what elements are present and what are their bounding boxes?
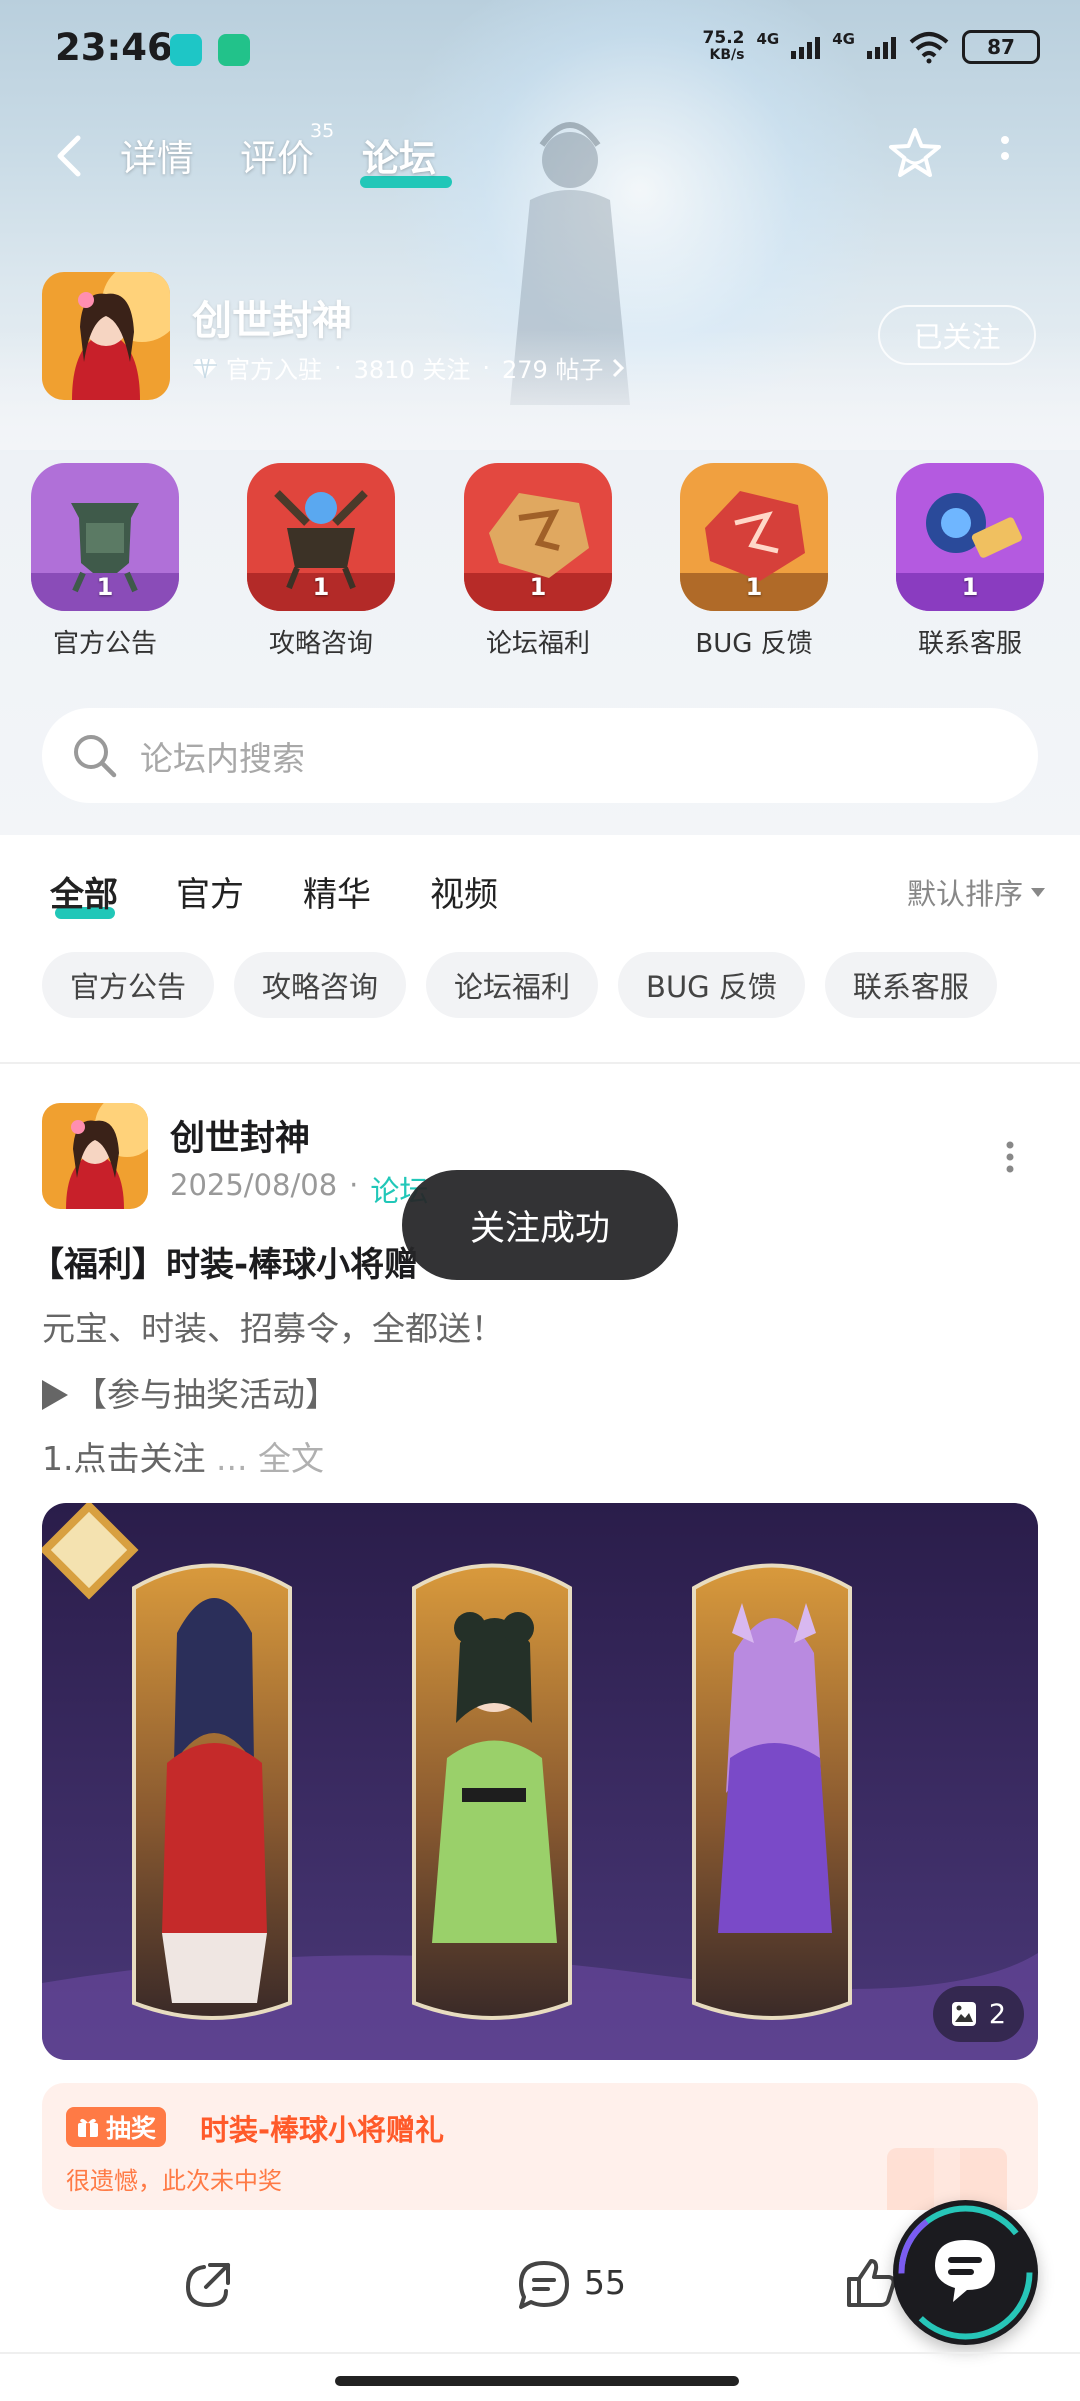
forum-avatar[interactable] <box>42 272 170 400</box>
lottery-badge: 抽奖 <box>66 2107 167 2147</box>
category-label: BUG 反馈 <box>695 629 813 659</box>
category-bug-report[interactable]: 1 BUG 反馈 <box>679 463 829 660</box>
filter-tab-video[interactable]: 视频 <box>430 867 498 916</box>
filter-tab-all[interactable]: 全部 <box>50 867 118 916</box>
category-chips: 官方公告 攻略咨询 论坛福利 BUG 反馈 联系客服 <box>42 952 997 1018</box>
toast-message: 关注成功 <box>402 1170 678 1280</box>
sort-label: 默认排序 <box>906 877 1023 911</box>
caret-down-icon <box>1031 887 1045 897</box>
post-body-line: 元宝、时装、招募令，全都送！ <box>42 1309 504 1348</box>
status-right: 75.2 KB/s 4G 4G 87 <box>703 30 1040 64</box>
chip-bug-report[interactable]: BUG 反馈 <box>618 952 805 1018</box>
search-icon <box>74 734 117 777</box>
more-options-icon[interactable] <box>995 134 1015 178</box>
like-thumb-icon[interactable] <box>843 2255 899 2311</box>
ssr-token-icon: 1 <box>896 463 1044 611</box>
posts-count: 279 帖子 <box>502 356 604 384</box>
back-icon[interactable] <box>50 132 90 180</box>
sort-dropdown[interactable]: 默认排序 <box>907 871 1045 913</box>
chat-assistant-button[interactable] <box>893 2200 1038 2345</box>
incense-burner-icon: 1 <box>247 463 395 611</box>
post-date: 2025/08/08 <box>170 1168 338 1202</box>
category-customer-service[interactable]: 1 联系客服 <box>895 463 1045 660</box>
taptap-app-icon <box>170 34 202 66</box>
forum-info: 创世封神 官方入驻 · 3810 关注 · 279 帖子 已关注 <box>0 270 1080 405</box>
play-triangle-icon <box>42 1380 68 1410</box>
status-time: 23:46 <box>55 26 173 69</box>
gold-ore-icon: 1 <box>464 463 612 611</box>
review-count-badge: 35 <box>310 120 335 142</box>
post-image[interactable]: 2 <box>42 1503 1038 2060</box>
forum-name: 创世封神 <box>192 298 352 344</box>
post-author-avatar[interactable] <box>42 1103 148 1209</box>
chip-official-announcement[interactable]: 官方公告 <box>42 952 215 1018</box>
battery-indicator: 87 <box>962 30 1040 64</box>
post-body-line: 【参与抽奖活动】 <box>42 1368 338 1416</box>
chip-forum-benefits[interactable]: 论坛福利 <box>426 952 599 1018</box>
filter-tabs: 全部 官方 精华 视频 默认排序 <box>0 855 1080 935</box>
forum-header: 23:46 75.2 KB/s 4G 4G 87 详情 评价 35 论坛 创世封… <box>0 0 1080 835</box>
post-more-icon[interactable] <box>1003 1140 1017 1174</box>
top-nav: 详情 评价 35 论坛 <box>0 120 1080 190</box>
follow-button[interactable]: 已关注 <box>878 305 1036 365</box>
forum-meta[interactable]: 官方入驻 · 3810 关注 · 279 帖子 <box>192 350 625 385</box>
post-title[interactable]: 【福利】时装-棒球小将赠 <box>30 1237 418 1286</box>
section-divider <box>0 1062 1080 1064</box>
filter-tab-featured[interactable]: 精华 <box>303 867 371 916</box>
tab-details[interactable]: 详情 <box>120 128 194 182</box>
bronze-vessel-icon: 1 <box>31 463 179 611</box>
forum-search-bar[interactable]: 论坛内搜索 <box>42 708 1038 803</box>
category-forum-benefits[interactable]: 1 论坛福利 <box>463 463 613 660</box>
category-row: 1 官方公告 1 攻略咨询 1 论坛福利 1 BUG 反馈 1 联系客服 <box>0 463 1080 663</box>
chip-customer-service[interactable]: 联系客服 <box>824 952 997 1018</box>
favorite-star-icon[interactable] <box>885 124 945 184</box>
category-strategy[interactable]: 1 攻略咨询 <box>246 463 396 660</box>
status-bar: 23:46 75.2 KB/s 4G 4G 87 <box>0 0 1080 100</box>
signal-icon-2 <box>867 35 896 59</box>
chat-app-icon <box>218 34 250 66</box>
gift-icon <box>78 2118 98 2137</box>
image-icon <box>951 2002 976 2026</box>
network-speed: 75.2 KB/s <box>702 28 745 64</box>
category-label: 官方公告 <box>52 629 157 659</box>
post-divider <box>0 2352 1080 2354</box>
followers-count: 3810 关注 <box>353 356 471 384</box>
network-type-1: 4G <box>756 30 780 48</box>
category-label: 论坛福利 <box>485 629 590 659</box>
home-indicator[interactable] <box>335 2376 739 2386</box>
diamond-icon <box>193 358 217 378</box>
lottery-title: 时装-棒球小将赠礼 <box>200 2113 445 2147</box>
official-label: 官方入驻 <box>226 356 322 384</box>
comment-icon[interactable] <box>515 2257 573 2313</box>
post-body-line: 1.点击关注 ... 全文 <box>42 1439 324 1478</box>
category-official-announcement[interactable]: 1 官方公告 <box>30 463 180 660</box>
red-ore-icon: 1 <box>680 463 828 611</box>
wifi-icon <box>909 32 949 64</box>
post-meta: 2025/08/08 · 论坛 <box>170 1168 429 1208</box>
signal-icon-1 <box>791 35 821 59</box>
filter-tab-official[interactable]: 官方 <box>176 867 244 916</box>
chip-strategy[interactable]: 攻略咨询 <box>234 952 407 1018</box>
category-label: 攻略咨询 <box>268 629 373 659</box>
read-full-text-link[interactable]: ... 全文 <box>216 1439 324 1478</box>
share-icon[interactable] <box>180 2257 236 2313</box>
post-author-name[interactable]: 创世封神 <box>170 1110 310 1161</box>
gift-watermark-icon <box>887 2148 1007 2210</box>
lottery-card[interactable]: 抽奖 时装-棒球小将赠礼 很遗憾，此次未中奖 <box>42 2083 1038 2210</box>
category-label: 联系客服 <box>917 629 1022 659</box>
chat-bubble-icon <box>898 2205 1033 2340</box>
comment-count: 55 <box>584 2263 626 2302</box>
tab-reviews[interactable]: 评价 <box>240 128 314 182</box>
tab-forum[interactable]: 论坛 <box>362 128 436 182</box>
chevron-right-icon <box>613 358 625 377</box>
lottery-result: 很遗憾，此次未中奖 <box>66 2167 282 2195</box>
search-placeholder: 论坛内搜索 <box>140 738 305 778</box>
image-count-badge: 2 <box>932 1986 1024 2042</box>
network-type-2: 4G <box>832 30 855 48</box>
